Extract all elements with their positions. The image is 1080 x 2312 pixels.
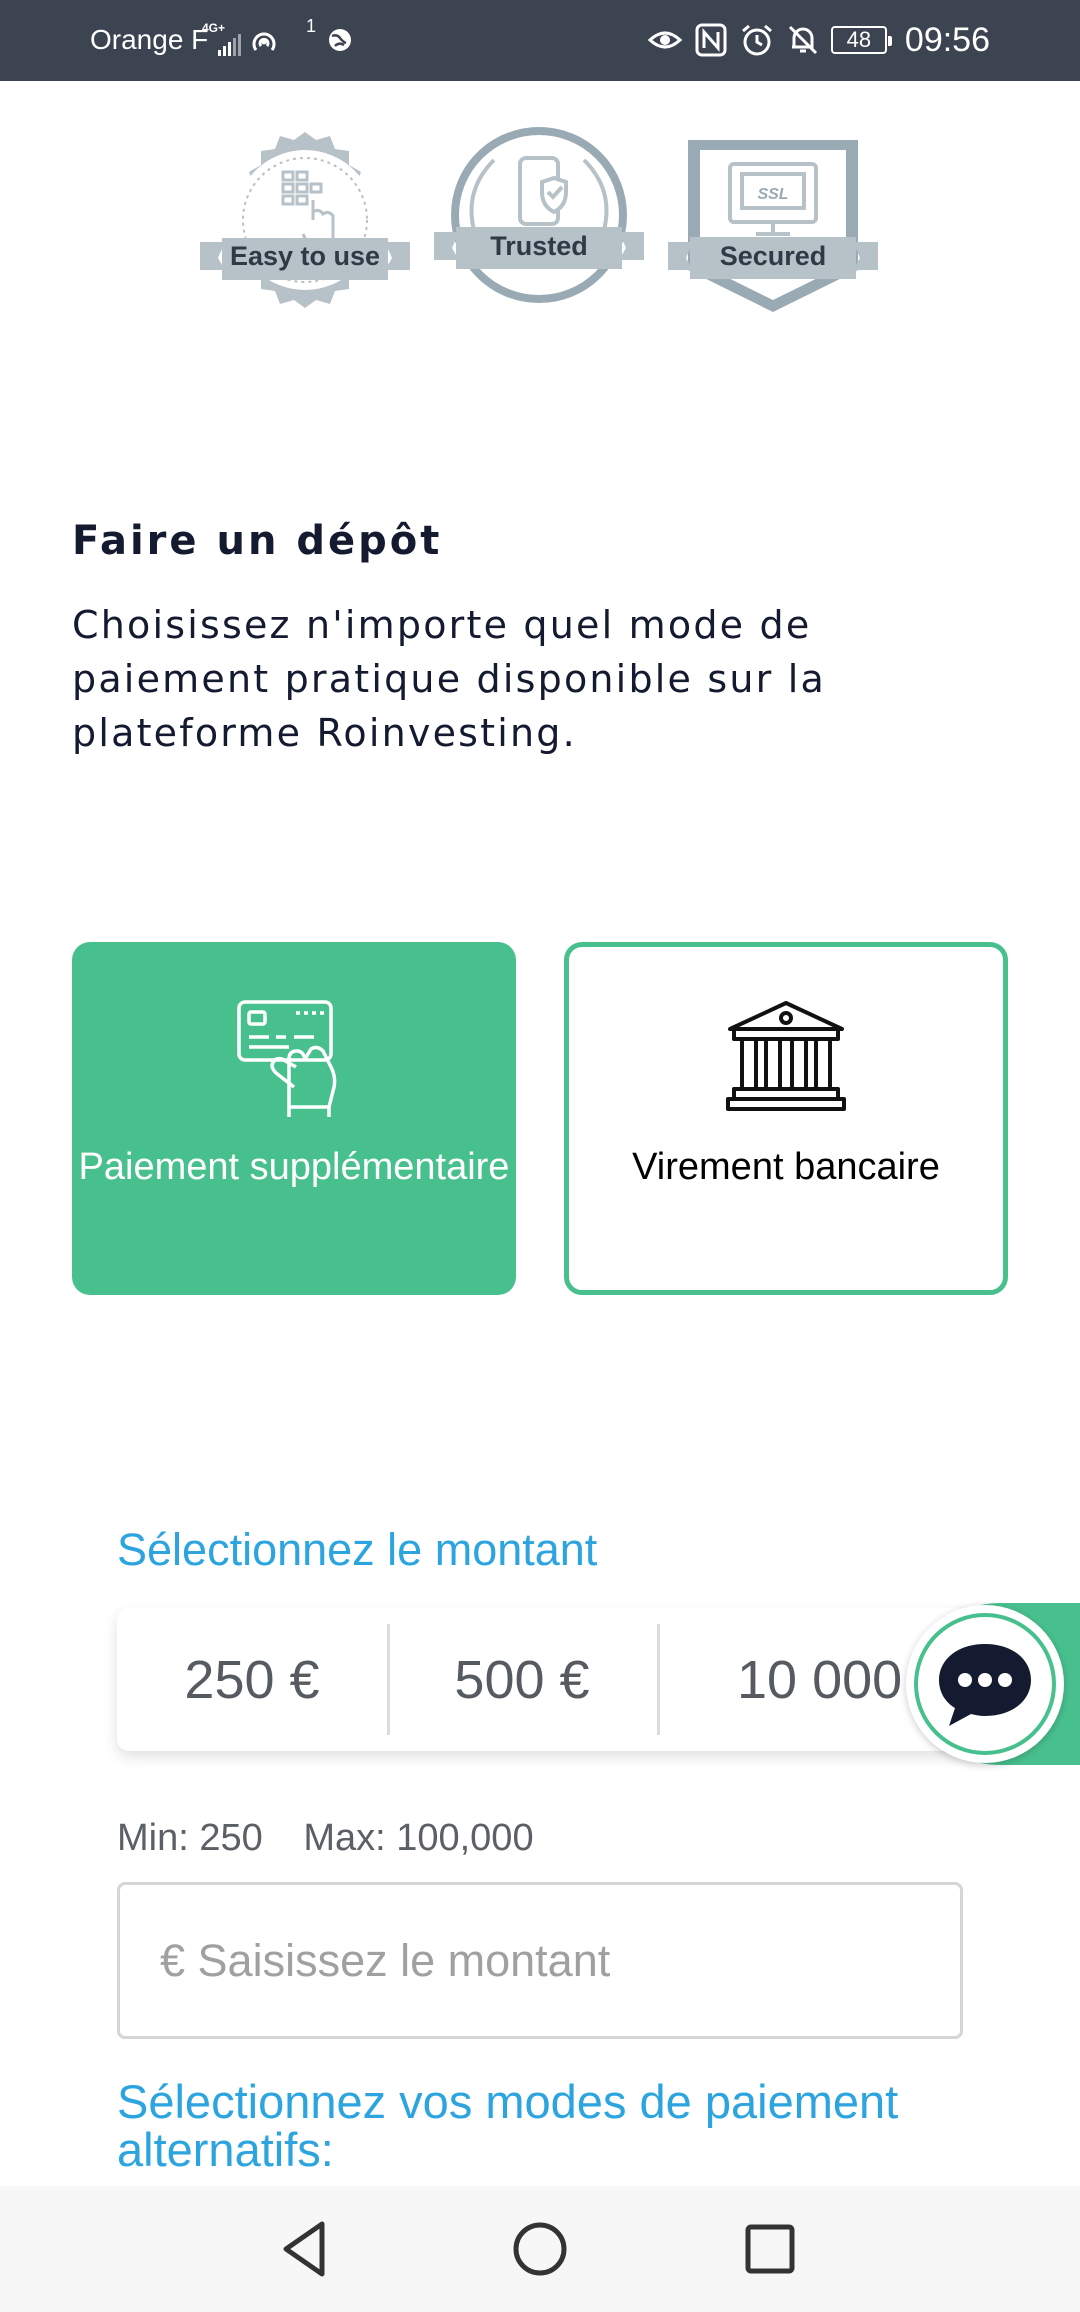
system-nav-bar [0,2186,1080,2312]
status-icons-right: 48 09:56 [647,18,990,62]
clock: 09:56 [904,20,990,59]
page-title: Faire un dépôt [72,518,443,564]
chat-bubble-icon [939,1644,1031,1726]
chat-button[interactable] [906,1605,1064,1763]
globe-icon [326,26,354,59]
payment-method-card-bank-transfer[interactable]: Virement bancaire [564,942,1008,1295]
alarm-icon [739,22,775,58]
card-hand-icon [72,997,516,1121]
back-icon[interactable] [272,2214,342,2284]
carrier-name: Orange F [90,24,209,55]
battery-icon: 48 [830,26,892,54]
badge-label: Trusted [490,231,588,261]
badge-trusted: Trusted [434,120,644,320]
amount-option-250[interactable]: 250 € [117,1608,387,1751]
payment-method-label: Virement bancaire [632,1146,940,1188]
bank-icon [569,997,1003,1117]
badge-easy-to-use: Easy to use [200,120,410,320]
svg-text:4G+: 4G+ [202,21,225,35]
home-icon[interactable] [505,2214,575,2284]
amount-option-500[interactable]: 500 € [387,1608,657,1751]
keypad-tap-icon [200,132,410,308]
status-bar: Orange F 4G+ 1 48 09:56 [0,0,1080,81]
badge-secured: SSL Secured [668,120,878,320]
min-amount: Min: 250 [117,1817,263,1859]
page-description: Choisissez n'importe quel mode de paieme… [72,603,827,755]
amount-input[interactable] [117,1882,963,2039]
amount-options: 250 € 500 € 10 000 € [117,1608,1017,1751]
badge-label: Secured [719,241,827,271]
recents-icon[interactable] [735,2214,805,2284]
payment-method-card-additional[interactable]: Paiement supplémentaire [72,942,516,1295]
ssl-monitor-icon: SSL [668,140,878,312]
alternative-methods-label: Sélectionnez vos modes de paiement alter… [117,2075,899,2176]
eye-icon [647,22,683,58]
svg-text:SSL: SSL [757,186,788,203]
payment-method-label: Paiement supplémentaire [78,1146,510,1188]
mute-icon [785,22,821,58]
hotspot-count: 1 [306,16,317,36]
phone-shield-icon [434,127,644,303]
nfc-icon [693,22,729,58]
amount-limits: Min: 250 Max: 100,000 [117,1817,534,1860]
badge-label: Easy to use [229,241,381,271]
max-amount: Max: 100,000 [303,1817,534,1859]
amount-section-label: Sélectionnez le montant [117,1524,598,1575]
